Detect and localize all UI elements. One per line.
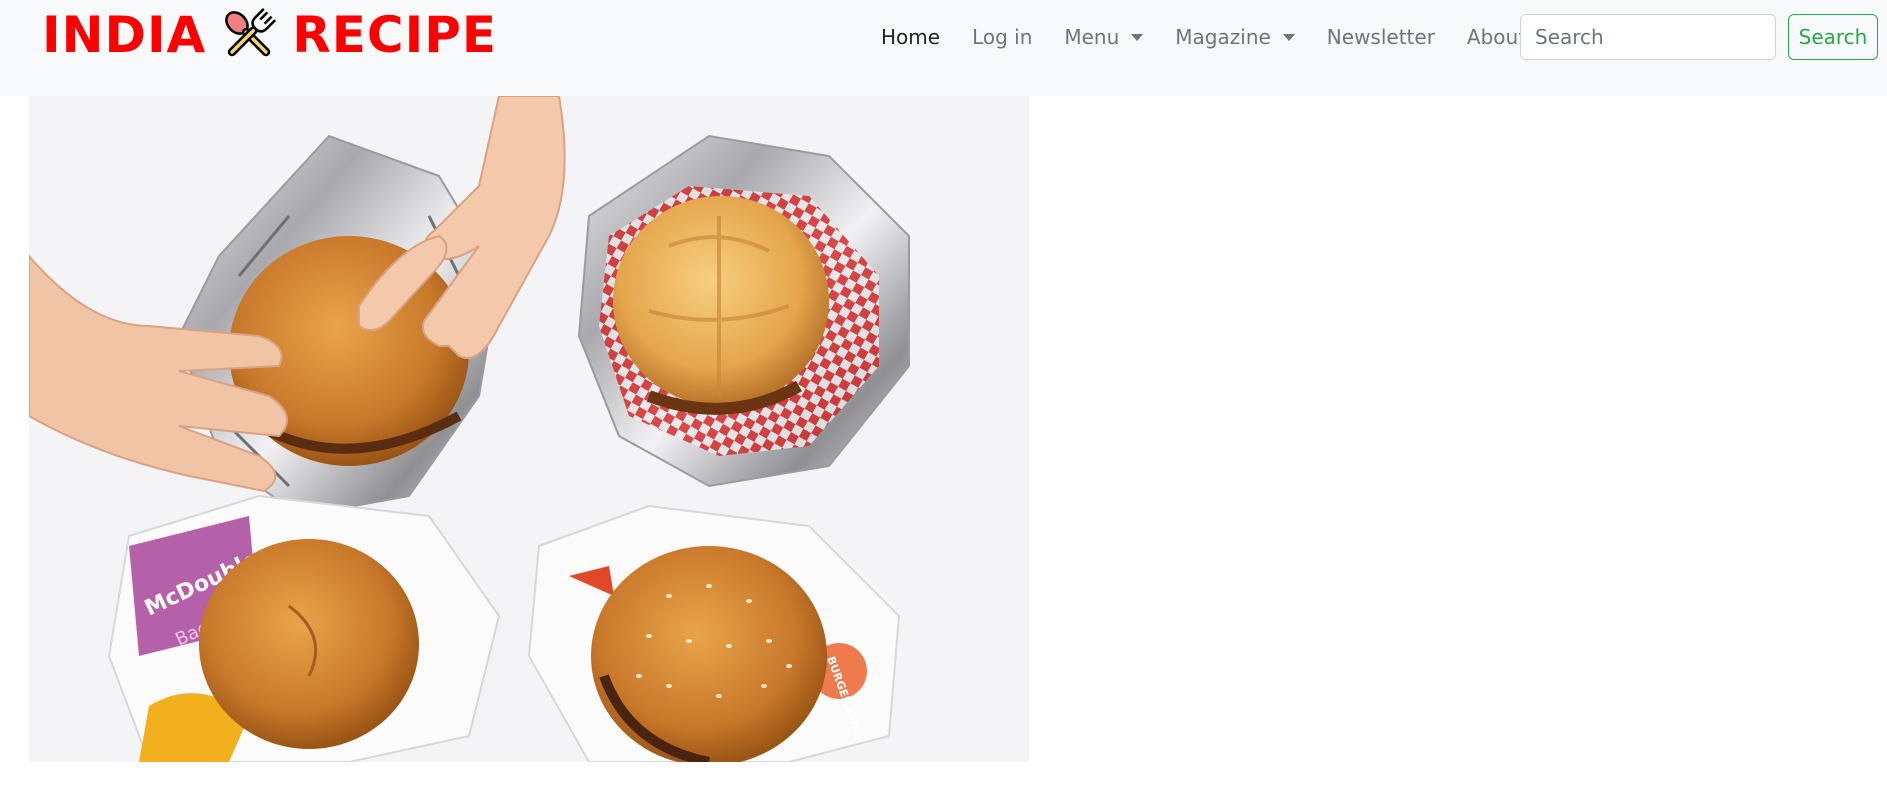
chevron-down-icon <box>1282 33 1295 41</box>
chevron-down-icon <box>1131 33 1144 41</box>
main-nav: Home Log in Menu Magazine Newsletter Abo… <box>865 12 1557 62</box>
burger-bun-bottomright <box>591 546 827 762</box>
site-brand-logo[interactable]: INDIA RECIPE <box>42 4 497 66</box>
top-navbar: INDIA RECIPE Home Log in Menu Magazine N… <box>0 0 1887 96</box>
nav-menu-label: Menu <box>1064 25 1120 49</box>
nav-magazine-label: Magazine <box>1175 25 1271 49</box>
nav-magazine-dropdown[interactable]: Magazine <box>1175 25 1295 49</box>
brand-text-recipe: RECIPE <box>292 6 498 64</box>
nav-login[interactable]: Log in <box>972 25 1032 49</box>
nav-newsletter-label: Newsletter <box>1326 25 1435 49</box>
hero-image: McDouble Bacon BURGER KING <box>29 96 1029 762</box>
brand-text-india: INDIA <box>42 6 207 64</box>
nav-newsletter[interactable]: Newsletter <box>1327 25 1435 49</box>
nav-login-label: Log in <box>972 25 1033 49</box>
nav-menu-dropdown[interactable]: Menu <box>1064 25 1144 49</box>
nav-home[interactable]: Home <box>881 25 940 49</box>
nav-home-label: Home <box>881 25 941 49</box>
search-button[interactable]: Search <box>1788 14 1878 60</box>
search-input[interactable] <box>1520 14 1776 60</box>
spoon-fork-icon <box>218 4 280 66</box>
burger-bun-bottomleft <box>199 539 419 749</box>
